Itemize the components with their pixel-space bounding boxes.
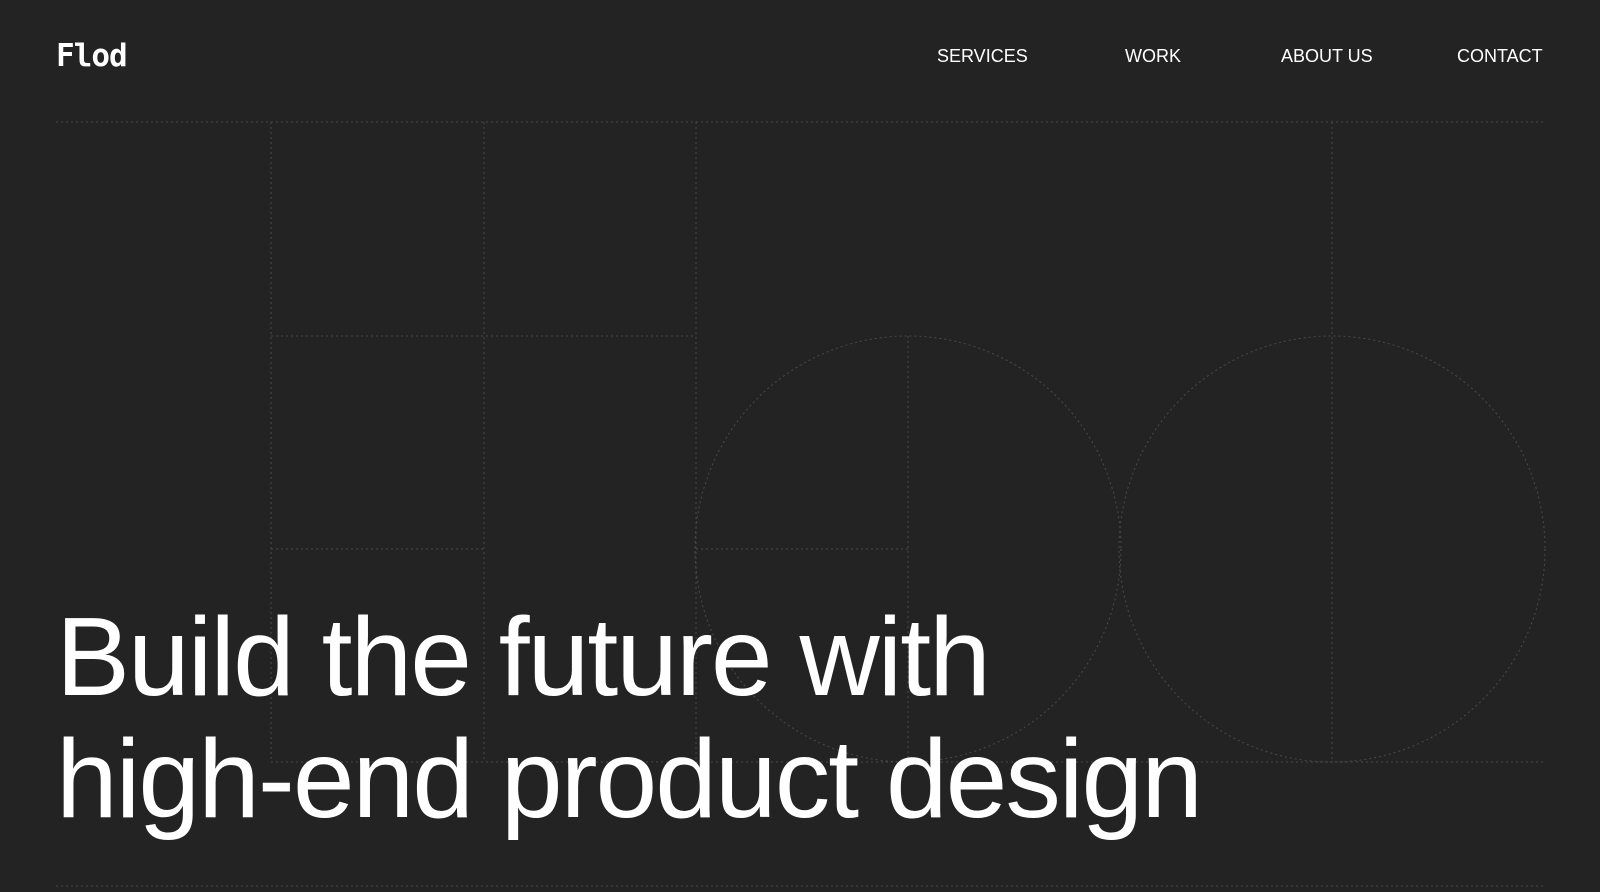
nav-link-about-us[interactable]: ABOUT US [1281, 44, 1373, 68]
hero-heading-line-2: high-end product design [56, 717, 1203, 841]
hero-heading-line-1: Build the future with [56, 595, 991, 719]
nav-link-work[interactable]: WORK [1125, 44, 1181, 68]
hero-section: Build the future with high-end product d… [56, 596, 1536, 840]
nav-link-contact[interactable]: CONTACT [1457, 44, 1543, 68]
site-header: Flod SERVICES WORK ABOUT US CONTACT [0, 0, 1600, 110]
nav-link-services[interactable]: SERVICES [937, 44, 1028, 68]
main-nav: SERVICES WORK ABOUT US CONTACT [0, 44, 1600, 68]
hero-heading: Build the future with high-end product d… [56, 596, 1536, 840]
